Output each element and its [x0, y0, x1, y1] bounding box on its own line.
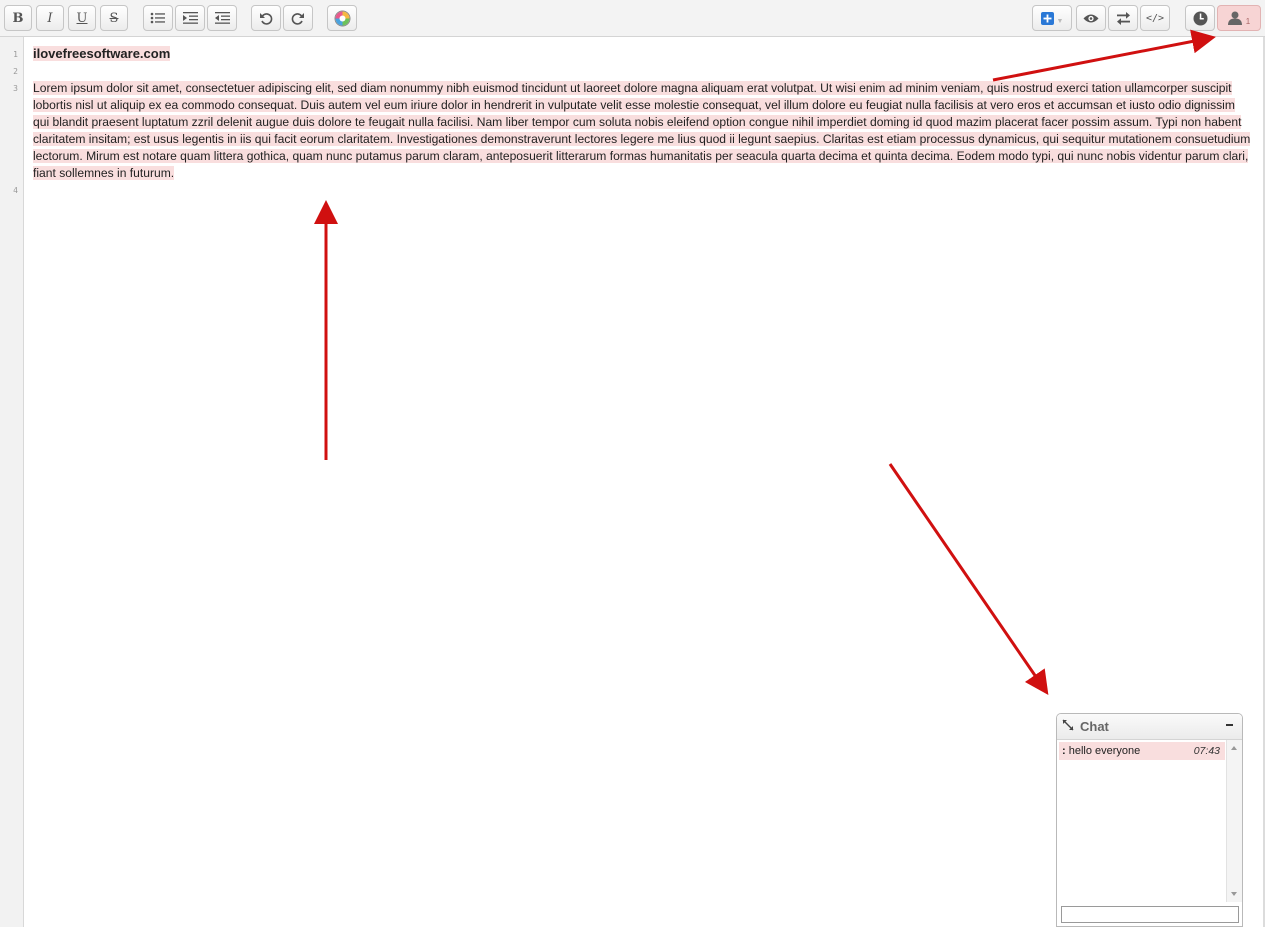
embed-code-button[interactable]: </>	[1140, 5, 1170, 31]
chat-message-text: hello everyone	[1068, 745, 1141, 757]
import-export-button[interactable]	[1108, 5, 1138, 31]
clock-icon	[1193, 11, 1207, 25]
line-number: 2	[13, 67, 18, 76]
minimize-icon[interactable]	[1226, 724, 1233, 726]
chat-messages: : hello everyone 07:43	[1057, 740, 1227, 902]
dropdown-caret-icon: ▼	[1056, 17, 1064, 25]
line-number: 4	[13, 186, 18, 195]
users-count: 1	[1245, 16, 1251, 26]
expand-icon[interactable]	[1062, 719, 1074, 731]
eye-icon	[1083, 14, 1099, 22]
bulleted-list-button[interactable]	[143, 5, 173, 31]
users-button[interactable]: 1	[1217, 5, 1261, 31]
timeslider-button[interactable]	[1185, 5, 1215, 31]
insert-embed-button[interactable]: ▼	[1032, 5, 1072, 31]
document-title-line[interactable]: ilovefreesoftware.com	[33, 46, 171, 61]
chat-panel: Chat : hello everyone 07:43	[1056, 713, 1243, 927]
line-number: 3	[13, 84, 18, 93]
document-area[interactable]: ilovefreesoftware.com	[33, 45, 1248, 63]
line-number-gutter: 1 2 3 4	[0, 37, 24, 927]
outdent-button[interactable]	[207, 5, 237, 31]
chat-header[interactable]: Chat	[1057, 714, 1242, 740]
redo-button[interactable]	[283, 5, 313, 31]
scroll-down-icon[interactable]	[1231, 892, 1237, 896]
swap-arrows-icon	[1116, 11, 1130, 25]
scroll-up-icon[interactable]	[1231, 746, 1237, 750]
bold-button[interactable]: B	[4, 5, 32, 31]
chat-title: Chat	[1080, 719, 1109, 734]
redo-icon	[291, 12, 304, 25]
chat-scrollbar[interactable]	[1226, 740, 1242, 902]
author-colors-button[interactable]	[327, 5, 357, 31]
indent-icon	[182, 12, 198, 24]
view-button[interactable]	[1076, 5, 1106, 31]
code-icon: </>	[1145, 12, 1165, 24]
arrow-to-chat-icon	[888, 463, 1049, 695]
chat-input[interactable]	[1061, 906, 1239, 923]
bulleted-list-icon	[150, 12, 165, 24]
outdent-icon	[214, 12, 230, 24]
undo-icon	[260, 12, 273, 25]
color-wheel-icon	[334, 10, 350, 26]
plus-square-icon	[1040, 11, 1054, 25]
chat-message: : hello everyone 07:43	[1059, 742, 1225, 760]
indent-button[interactable]	[175, 5, 205, 31]
strikethrough-button[interactable]: S	[100, 5, 128, 31]
line-number: 1	[13, 50, 18, 59]
underline-button[interactable]: U	[68, 5, 96, 31]
editor-toolbar: B I U S ▼ </> 1	[0, 0, 1265, 37]
user-icon	[1227, 11, 1242, 25]
italic-button[interactable]: I	[36, 5, 64, 31]
paragraph-text[interactable]: Lorem ipsum dolor sit amet, consectetuer…	[33, 81, 1251, 180]
chat-message-time: 07:43	[1193, 745, 1220, 757]
undo-button[interactable]	[251, 5, 281, 31]
chat-message-sender: :	[1062, 745, 1066, 757]
document-paragraph[interactable]: Lorem ipsum dolor sit amet, consectetuer…	[33, 80, 1251, 182]
